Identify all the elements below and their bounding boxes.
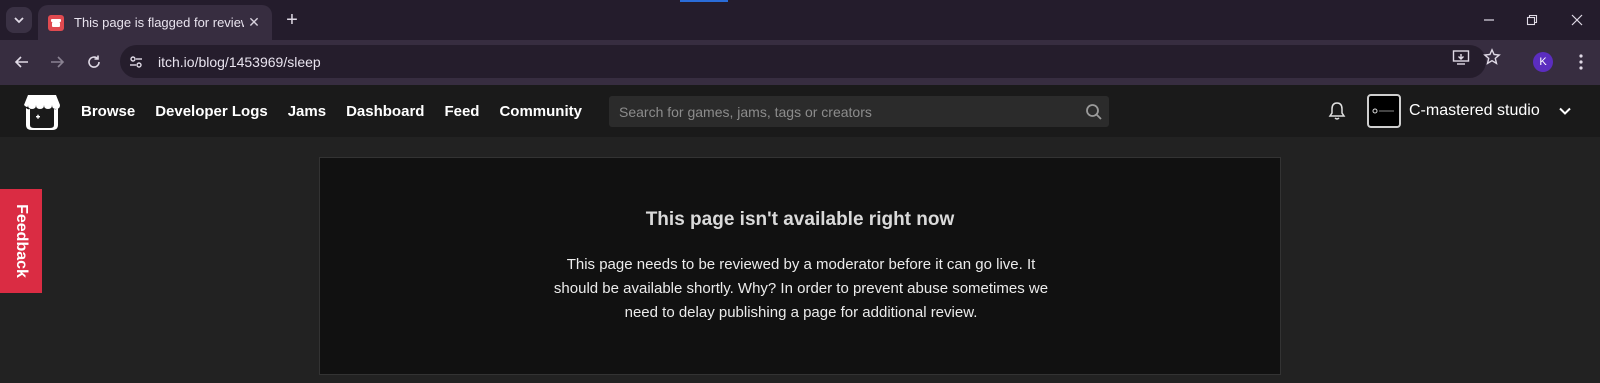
nav-developer-logs[interactable]: Developer Logs	[155, 103, 268, 120]
chevron-down-icon[interactable]	[1553, 99, 1577, 123]
new-tab-icon[interactable]: +	[280, 8, 304, 32]
feedback-label: Feedback	[13, 204, 30, 278]
itch-logo-icon[interactable]	[22, 91, 62, 131]
nav-community[interactable]: Community	[499, 103, 582, 120]
menu-icon[interactable]	[1571, 52, 1591, 72]
star-icon[interactable]	[1480, 45, 1504, 69]
site-header: Browse Developer Logs Jams Dashboard Fee…	[0, 85, 1600, 137]
drag-indicator	[680, 0, 728, 2]
nav-dashboard[interactable]: Dashboard	[346, 103, 424, 120]
user-name[interactable]: C-mastered studio	[1409, 85, 1540, 137]
nav-browse[interactable]: Browse	[81, 103, 135, 120]
notice-title: This page isn't available right now	[645, 209, 955, 230]
restore-icon[interactable]	[1520, 8, 1544, 32]
nav-jams[interactable]: Jams	[288, 103, 326, 120]
url-text: itch.io/blog/1453969/sleep	[158, 53, 321, 70]
nav-feed[interactable]: Feed	[444, 103, 479, 120]
tab-strip: This page is flagged for review ✕ +	[0, 0, 1600, 40]
notice-panel: This page isn't available right now This…	[319, 157, 1281, 375]
address-bar[interactable]: itch.io/blog/1453969/sleep	[120, 45, 1486, 78]
forward-icon[interactable]	[45, 50, 69, 74]
search-input[interactable]	[609, 103, 1079, 120]
browser-toolbar: itch.io/blog/1453969/sleep K	[0, 40, 1600, 85]
site-info-icon[interactable]	[122, 48, 150, 76]
close-icon[interactable]: ✕	[244, 13, 264, 33]
notice-body: This page needs to be reviewed by a mode…	[553, 256, 1049, 321]
tab-search-button[interactable]	[6, 7, 32, 33]
itch-favicon-icon	[48, 14, 64, 31]
reload-icon[interactable]	[82, 50, 106, 74]
profile-avatar[interactable]: K	[1533, 52, 1553, 72]
search-bar	[609, 96, 1109, 127]
window-close-icon[interactable]	[1565, 8, 1589, 32]
tab-search-icon	[14, 17, 24, 24]
search-icon[interactable]	[1079, 97, 1109, 127]
minimize-icon[interactable]	[1477, 8, 1501, 32]
tab-active[interactable]: This page is flagged for review ✕	[38, 5, 272, 40]
avatar[interactable]	[1367, 94, 1401, 128]
install-icon[interactable]	[1449, 45, 1473, 69]
tab-title: This page is flagged for review	[74, 15, 244, 30]
back-icon[interactable]	[10, 50, 34, 74]
main-nav: Browse Developer Logs Jams Dashboard Fee…	[81, 85, 602, 137]
bell-icon[interactable]	[1325, 99, 1349, 123]
feedback-button[interactable]: Feedback	[0, 189, 42, 293]
